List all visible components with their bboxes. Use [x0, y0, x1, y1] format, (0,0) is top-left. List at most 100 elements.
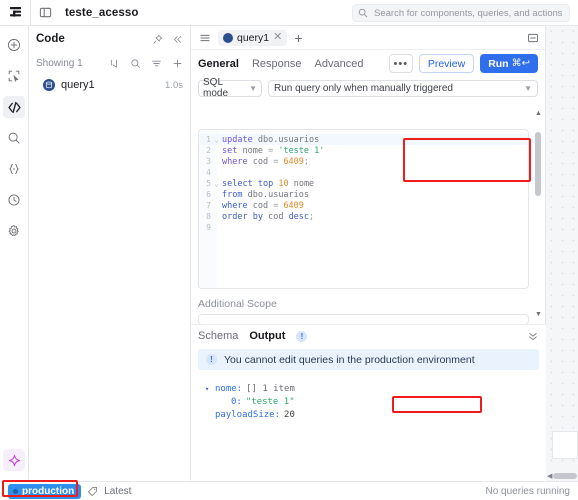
line-number: 7	[206, 201, 211, 210]
more-options-button[interactable]: •••	[388, 54, 413, 73]
additional-scope-label: Additional Scope	[198, 298, 277, 310]
editor-mode-bar: SQL mode ▼ Run query only when manually …	[191, 77, 545, 99]
tab-advanced[interactable]: Advanced	[315, 58, 364, 70]
search-icon[interactable]	[130, 58, 141, 69]
caret-icon[interactable]: ▾	[205, 385, 211, 393]
app-canvas[interactable]	[546, 26, 578, 481]
code-text: where cod = 6409;	[222, 156, 310, 167]
chevrons-left-icon[interactable]	[172, 34, 183, 45]
production-warning-banner: ! You cannot edit queries in the product…	[198, 349, 539, 370]
global-search[interactable]	[352, 4, 570, 22]
version-label[interactable]: Latest	[104, 486, 131, 497]
collapse-panel-icon[interactable]	[527, 32, 539, 44]
close-icon[interactable]: ✕	[273, 32, 282, 43]
environment-label: production	[22, 485, 75, 497]
canvas-component[interactable]	[552, 431, 578, 459]
code-line: 9	[199, 222, 528, 233]
scroll-up-icon[interactable]: ▲	[534, 110, 543, 117]
fold-toggle-icon[interactable]: ⌄	[213, 180, 220, 188]
pin-icon[interactable]	[152, 34, 163, 45]
line-number: 6	[206, 190, 211, 199]
code-panel-title: Code	[36, 33, 65, 45]
tab-response[interactable]: Response	[252, 58, 302, 70]
json-key: payloadSize:	[215, 409, 281, 420]
line-number: 4	[206, 168, 211, 177]
tab-schema[interactable]: Schema	[198, 330, 238, 342]
retool-logo-icon[interactable]	[0, 0, 30, 26]
tab-output[interactable]: Output	[249, 330, 285, 342]
json-row[interactable]: 0: "teste 1"	[205, 395, 546, 408]
run-button[interactable]: Run ⌘↩	[480, 54, 538, 73]
filter-icon[interactable]	[151, 58, 162, 69]
scroll-left-icon[interactable]: ◀	[547, 472, 552, 480]
plus-icon[interactable]: +	[292, 31, 304, 45]
chevron-down-icon: ▼	[249, 83, 257, 93]
sql-mode-value: SQL mode	[203, 77, 229, 99]
json-row[interactable]: ▾ nome:[] 1 item	[205, 382, 546, 395]
code-brackets-icon[interactable]	[3, 96, 25, 118]
line-number: 9	[206, 223, 211, 232]
environment-dot-icon	[13, 488, 18, 494]
ai-sparkle-icon[interactable]	[3, 449, 25, 471]
tab-query1[interactable]: query1 ✕	[218, 29, 288, 46]
code-panel: Code Showing 1 query1 1.0s	[29, 26, 191, 481]
trigger-mode-select[interactable]: Run query only when manually triggered ▼	[268, 79, 538, 97]
json-row[interactable]: payloadSize: 20	[205, 408, 546, 421]
curly-braces-icon[interactable]	[3, 158, 25, 180]
scroll-down-icon[interactable]: ▼	[534, 311, 543, 318]
json-value: 20	[284, 409, 295, 420]
result-tab-bar: Schema Output !	[191, 325, 546, 347]
code-line: 8 order by cod desc;	[199, 211, 528, 222]
json-meta: [] 1 item	[246, 383, 295, 394]
search-icon[interactable]	[3, 127, 25, 149]
output-json-tree: ▾ nome:[] 1 item 0: "teste 1" payloadSize: 20	[191, 370, 546, 421]
sort-icon[interactable]	[109, 58, 120, 69]
sql-code-editor[interactable]: 1 ⌄ update dbo.usuarios 2 set nome = 'teste …	[198, 129, 529, 289]
tab-label: query1	[237, 31, 270, 44]
code-line: 7 where cod = 6409	[199, 200, 528, 211]
add-component-icon[interactable]	[3, 34, 25, 56]
hamburger-icon[interactable]	[197, 30, 213, 46]
select-cursor-icon[interactable]	[3, 65, 25, 87]
json-value: "teste 1"	[245, 396, 295, 407]
code-list-item-label: query1	[61, 79, 95, 91]
line-number: 5	[206, 179, 211, 188]
query-editor: query1 ✕ + General Response Advanced •••…	[191, 26, 546, 500]
line-number: 1	[206, 135, 211, 144]
gear-icon[interactable]	[3, 220, 25, 242]
code-text: order by cod desc;	[222, 211, 315, 222]
editor-scrollbar[interactable]: ▲ ▼	[534, 110, 543, 318]
tag-icon[interactable]	[87, 486, 98, 497]
panel-toggle-icon[interactable]	[31, 0, 59, 26]
code-line: 1 ⌄ update dbo.usuarios	[199, 134, 528, 145]
history-clock-icon[interactable]	[3, 189, 25, 211]
json-key: 0:	[231, 396, 242, 407]
code-list-item-duration: 1.0s	[165, 79, 183, 91]
search-input[interactable]	[372, 6, 564, 20]
run-button-shortcut: ⌘↩	[511, 58, 530, 69]
code-line: 3 where cod = 6409;	[199, 156, 528, 167]
queries-status: No queries running	[485, 485, 571, 497]
preview-button[interactable]: Preview	[418, 54, 475, 73]
code-text: from dbo.usuarios	[222, 189, 310, 200]
code-line: 6 from dbo.usuarios	[199, 189, 528, 200]
code-list-item-query1[interactable]: query1 1.0s	[29, 74, 190, 96]
code-text: select top 10 nome	[222, 178, 315, 189]
run-button-label: Run	[488, 57, 509, 70]
scrollbar-thumb[interactable]	[553, 472, 577, 479]
plus-icon[interactable]	[172, 58, 183, 69]
tab-general[interactable]: General	[198, 58, 239, 70]
sql-mode-select[interactable]: SQL mode ▼	[198, 77, 262, 99]
fold-toggle-icon[interactable]: ⌄	[213, 136, 220, 144]
canvas-horizontal-scrollbar[interactable]: ◀	[546, 470, 578, 481]
line-number: 2	[206, 146, 211, 155]
json-key: nome:	[215, 383, 243, 394]
showing-count: Showing 1	[36, 57, 83, 69]
environment-badge[interactable]: production	[8, 483, 82, 499]
code-panel-header: Code	[29, 26, 190, 52]
editor-tab-bar: query1 ✕ +	[191, 26, 545, 50]
chevrons-down-icon[interactable]	[527, 330, 539, 342]
code-text: update dbo.usuarios	[222, 134, 320, 145]
scrollbar-thumb[interactable]	[535, 132, 541, 196]
code-line: 5 ⌄ select top 10 nome	[199, 178, 528, 189]
